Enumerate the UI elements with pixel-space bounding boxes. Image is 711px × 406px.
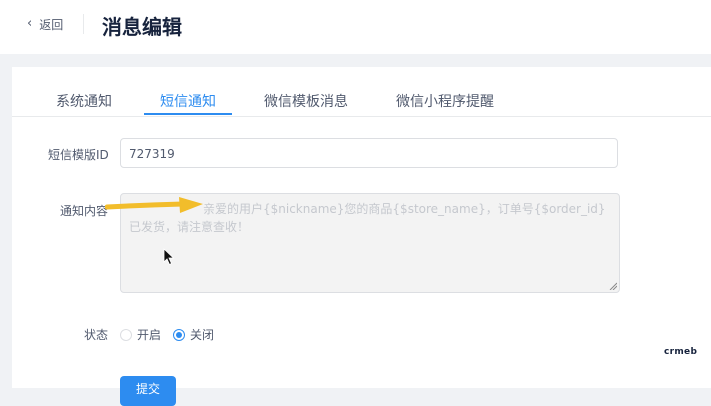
status-off-label: 关闭 [190,328,215,342]
page-title: 消息编辑 [102,15,182,39]
status-radio-on[interactable]: 开启 [120,326,161,343]
content-card: 系统通知 短信通知 微信模板消息 微信小程序提醒 短信模版ID 727319 通… [12,67,711,406]
tab-system-notice[interactable]: 系统通知 [56,91,112,111]
header-divider [83,14,84,34]
radio-circle-icon [120,328,132,341]
content-label: 通知内容 [60,204,109,218]
status-radio-off[interactable]: 关闭 [173,326,214,343]
submit-button[interactable]: 提交 [120,376,176,406]
chevron-left-icon: ‹ [27,16,33,31]
tab-bar: 系统通知 短信通知 微信模板消息 微信小程序提醒 [12,67,711,117]
brand-watermark: crmeb [664,347,698,357]
active-tab-indicator [144,113,232,115]
annotation-arrow-icon [105,197,203,213]
radio-checked-icon [173,328,186,341]
template-id-input[interactable]: 727319 [120,138,618,168]
tab-wechat-template[interactable]: 微信模板消息 [264,91,348,111]
status-on-label: 开启 [137,328,162,342]
tab-sms-notice[interactable]: 短信通知 [160,91,216,111]
status-label: 状态 [84,328,109,342]
template-id-label: 短信模版ID [48,148,109,162]
tab-miniprogram-reminder[interactable]: 微信小程序提醒 [396,91,494,111]
mouse-pointer-icon [163,248,175,266]
back-label: 返回 [39,17,64,32]
resize-handle-icon[interactable] [609,282,617,290]
back-button[interactable]: ‹ 返回 [27,14,63,34]
page-header: ‹ 返回 消息编辑 [0,0,711,54]
status-radio-group: 开启 关闭 [120,326,226,343]
